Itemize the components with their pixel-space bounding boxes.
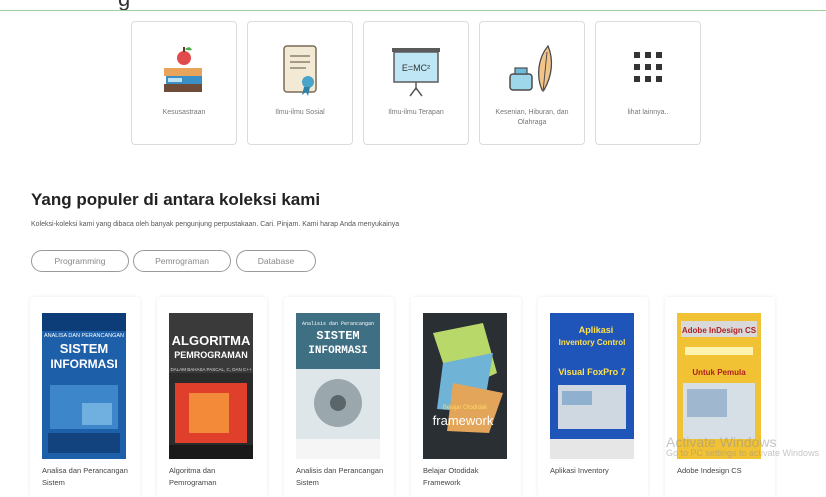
book-card[interactable]: Analisis dan Perancangan SISTEM INFORMAS… xyxy=(284,297,394,497)
top-divider xyxy=(0,10,826,11)
category-label: Ilmu-ilmu Terapan xyxy=(388,109,444,116)
category-label: Ilmu-ilmu Sosial xyxy=(275,109,325,116)
category-card-kesusastraan[interactable]: Kesusastraan xyxy=(131,21,237,145)
whiteboard-formula-text: E=MC² xyxy=(402,63,430,73)
cover-text: DALAM BAHASA PASCAL, C, DAN C++ xyxy=(171,367,252,372)
ink-quill-icon xyxy=(509,44,553,93)
certificate-scroll-icon xyxy=(283,45,317,96)
book-title[interactable]: Belajar Otodidak Framework xyxy=(423,465,515,489)
category-label: Kesenian, Hiburan, dan Olahraga xyxy=(495,109,569,126)
books-apple-icon xyxy=(164,47,202,92)
book-cover-image[interactable]: Belajar Otodidak framework xyxy=(423,313,507,459)
book-title[interactable]: Algoritma dan Pemrograman xyxy=(169,465,261,489)
category-card-kesenian[interactable]: Kesenian, Hiburan, dan Olahraga xyxy=(479,21,585,145)
book-cover-image[interactable]: Analisis dan Perancangan SISTEM INFORMAS… xyxy=(296,313,380,459)
book-card[interactable]: ALGORITMA PEMROGRAMAN DALAM BAHASA PASCA… xyxy=(157,297,267,497)
book-cover-image[interactable]: ALGORITMA PEMROGRAMAN DALAM BAHASA PASCA… xyxy=(169,313,253,459)
cover-text: framework xyxy=(433,413,494,428)
category-card-ilmu-sosial[interactable]: Ilmu-ilmu Sosial xyxy=(247,21,353,145)
book-title[interactable]: Adobe Indesign CS xyxy=(677,465,769,477)
os-activation-watermark: Activate Windows Go to PC settings to ac… xyxy=(666,434,819,458)
cover-text: SISTEM xyxy=(60,341,108,356)
cover-text: INFORMASI xyxy=(308,345,367,357)
category-label: lihat lainnya.. xyxy=(627,109,669,116)
book-title[interactable]: Analisa dan Perancangan Sistem xyxy=(42,465,134,489)
cover-text: PEMROGRAMAN xyxy=(174,350,248,360)
cover-text: Adobe InDesign CS xyxy=(682,326,757,335)
grid-dots-icon xyxy=(634,52,662,82)
book-cover-image[interactable]: ANALISA DAN PERANCANGAN SISTEM INFORMASI xyxy=(42,313,126,459)
category-label: Kesusastraan xyxy=(162,109,206,116)
book-title[interactable]: Analisis dan Perancangan Sistem xyxy=(296,465,388,489)
tag-programming[interactable]: Programming xyxy=(31,250,129,272)
whiteboard-formula-icon: E=MC² xyxy=(392,48,440,97)
book-card[interactable]: Adobe InDesign CS Untuk Pemula Adobe Ind… xyxy=(665,297,775,497)
category-card-ilmu-terapan[interactable]: E=MC² Ilmu-ilmu Terapan xyxy=(363,21,469,145)
section-description: Koleksi-koleksi kami yang dibaca oleh ba… xyxy=(31,221,400,228)
cover-text: Untuk Pemula xyxy=(692,368,746,377)
cover-text: ALGORITMA xyxy=(172,333,251,348)
cover-text: SISTEM xyxy=(316,329,359,343)
section-title: Yang populer di antara koleksi kami xyxy=(31,190,321,209)
category-card-lihat-lainnya[interactable]: lihat lainnya.. xyxy=(595,21,701,145)
book-card[interactable]: ANALISA DAN PERANCANGAN SISTEM INFORMASI… xyxy=(30,297,140,497)
cover-text: Belajar Otodidak xyxy=(443,405,488,411)
cover-text: Analisis dan Perancangan xyxy=(302,321,374,327)
book-title[interactable]: Aplikasi Inventory xyxy=(550,465,642,477)
watermark-line-2: Go to PC settings to activate Windows xyxy=(666,448,820,458)
tag-database[interactable]: Database xyxy=(236,250,316,272)
cover-text: Visual FoxPro 7 xyxy=(558,367,625,377)
cover-text: Inventory Control xyxy=(559,338,626,347)
cover-text: INFORMASI xyxy=(50,357,117,371)
book-card[interactable]: Aplikasi Inventory Control Visual FoxPro… xyxy=(538,297,648,497)
tag-pemrograman[interactable]: Pemrograman xyxy=(133,250,231,272)
cover-text: ANALISA DAN PERANCANGAN xyxy=(44,333,124,339)
book-card[interactable]: Belajar Otodidak framework Belajar Otodi… xyxy=(411,297,521,497)
category-grid: Kesusastraan Ilmu-ilmu Sosial E=MC² Ilmu… xyxy=(131,21,711,145)
book-cover-image[interactable]: Aplikasi Inventory Control Visual FoxPro… xyxy=(550,313,634,459)
cover-text: Aplikasi xyxy=(579,325,614,335)
